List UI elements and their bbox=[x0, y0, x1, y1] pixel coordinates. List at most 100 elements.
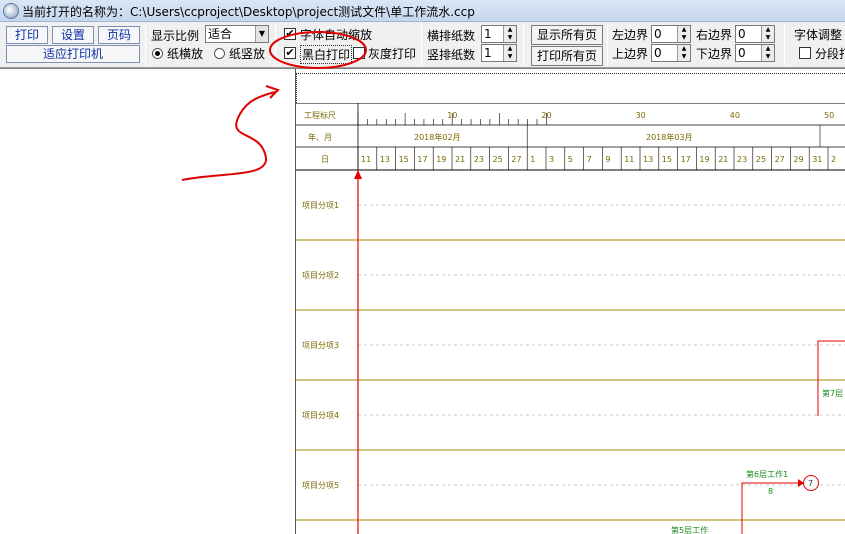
month-row-label: 年、月 bbox=[308, 132, 332, 142]
top-margin-spinner[interactable]: 0 ▲ ▼ bbox=[651, 44, 691, 62]
left-margin-spinner[interactable]: 0 ▲ ▼ bbox=[651, 25, 691, 43]
chevron-down-icon[interactable]: ▼ bbox=[255, 26, 268, 42]
h-sheets-value: 1 bbox=[484, 27, 492, 41]
top-margin-value: 0 bbox=[654, 46, 662, 60]
day-label: 9 bbox=[605, 155, 610, 164]
day-label: 11 bbox=[624, 155, 634, 164]
today-arrow-icon bbox=[354, 170, 362, 179]
bw-print-checkbox[interactable]: ✔ bbox=[284, 47, 296, 59]
spinner-arrows-icon[interactable]: ▲ ▼ bbox=[677, 45, 690, 61]
ruler-labels: 10 20 30 40 50 bbox=[447, 111, 834, 120]
day-label: 17 bbox=[417, 155, 427, 164]
right-margin-spinner[interactable]: 0 ▲ ▼ bbox=[735, 25, 775, 43]
v-sheets-label: 竖排纸数 bbox=[427, 48, 476, 62]
left-margin-label: 左边界 bbox=[612, 28, 649, 42]
day-label: 19 bbox=[436, 155, 446, 164]
day-label: 5 bbox=[568, 155, 573, 164]
gray-print-checkbox[interactable] bbox=[353, 47, 365, 59]
toolbar-separator bbox=[784, 24, 785, 66]
gantt-preview: 工程标尺 年、月 日 10 20 30 40 50 2018年02月 2018年03月 1… bbox=[296, 103, 845, 534]
print-button[interactable]: 打印 bbox=[6, 26, 48, 44]
row-label: 项目分项3 bbox=[302, 341, 339, 350]
bottom-margin-spinner[interactable]: 0 ▲ ▼ bbox=[735, 44, 775, 62]
v-sheets-spinner[interactable]: 1 ▲ ▼ bbox=[481, 44, 517, 62]
day-label: 7 bbox=[587, 155, 592, 164]
scale-select[interactable]: 适合 ▼ bbox=[205, 25, 269, 43]
segment-print-label: 分段打 bbox=[815, 47, 845, 61]
app-icon bbox=[3, 3, 19, 19]
ruler-tick-label: 10 bbox=[447, 111, 457, 120]
right-margin-label: 右边界 bbox=[696, 28, 733, 42]
toolbar-separator bbox=[145, 24, 146, 66]
day-label: 11 bbox=[361, 155, 371, 164]
title-bar: 当前打开的名称为：C:\Users\ccproject\Desktop\proj… bbox=[0, 0, 845, 22]
day-label: 15 bbox=[662, 155, 672, 164]
month-cells: 2018年02月 2018年03月 bbox=[414, 125, 821, 147]
row-label: 项目分项1 bbox=[302, 201, 339, 210]
segment-print-checkbox[interactable] bbox=[799, 47, 811, 59]
day-label: 23 bbox=[737, 155, 747, 164]
v-sheets-value: 1 bbox=[484, 46, 492, 60]
task-node-number: 7 bbox=[808, 479, 813, 488]
print-toolbar: 打印 设置 页码 适应打印机 显示比例 适合 ▼ 纸横放 纸竖放 ✔ 字体自动缩… bbox=[0, 22, 845, 68]
spinner-arrows-icon[interactable]: ▲ ▼ bbox=[761, 26, 774, 42]
day-label: 29 bbox=[793, 155, 803, 164]
ruler-tick-label: 20 bbox=[541, 111, 551, 120]
task-duration: 8 bbox=[768, 487, 773, 496]
toolbar-separator bbox=[523, 24, 524, 66]
toolbar-separator bbox=[275, 24, 276, 66]
ruler-tick-label: 30 bbox=[636, 111, 646, 120]
day-label: 19 bbox=[699, 155, 709, 164]
day-cells: 11 13 15 17 19 21 23 25 27 1 3 5 7 9 11 13 15 17 19 21 23 25 2… bbox=[357, 147, 836, 170]
portrait-label: 纸竖放 bbox=[229, 47, 266, 61]
spinner-arrows-icon[interactable]: ▲ ▼ bbox=[761, 45, 774, 61]
row-label: 项目分项4 bbox=[302, 411, 339, 420]
day-label: 2 bbox=[831, 155, 836, 164]
page-number-button[interactable]: 页码 bbox=[98, 26, 140, 44]
landscape-label: 纸横放 bbox=[167, 47, 204, 61]
top-margin-label: 上边界 bbox=[612, 47, 649, 61]
day-label: 27 bbox=[511, 155, 521, 164]
day-label: 3 bbox=[549, 155, 554, 164]
day-label: 1 bbox=[530, 155, 535, 164]
spinner-arrows-icon[interactable]: ▲ ▼ bbox=[503, 26, 516, 42]
task-link-line bbox=[817, 340, 845, 416]
landscape-radio[interactable] bbox=[152, 48, 163, 59]
auto-font-checkbox[interactable]: ✔ bbox=[284, 28, 296, 40]
right-margin-value: 0 bbox=[738, 27, 746, 41]
spinner-arrows-icon[interactable]: ▲ ▼ bbox=[503, 45, 516, 61]
gray-print-label: 灰度打印 bbox=[368, 47, 417, 61]
show-all-pages-button[interactable]: 显示所有页 bbox=[531, 25, 603, 45]
row-label: 项目分项2 bbox=[302, 271, 339, 280]
day-label: 31 bbox=[812, 155, 822, 164]
month-label: 2018年02月 bbox=[414, 132, 461, 142]
task-label: 第5层工作 bbox=[671, 525, 708, 534]
month-label: 2018年03月 bbox=[646, 132, 693, 142]
day-label: 17 bbox=[681, 155, 691, 164]
bottom-margin-value: 0 bbox=[738, 46, 746, 60]
task-label: 第6层工作1 bbox=[746, 469, 788, 479]
day-label: 13 bbox=[643, 155, 653, 164]
settings-button[interactable]: 设置 bbox=[52, 26, 94, 44]
print-all-pages-button[interactable]: 打印所有页 bbox=[531, 46, 603, 66]
font-adjust-label: 字体调整 bbox=[794, 28, 843, 42]
scale-value: 适合 bbox=[208, 27, 233, 41]
day-label: 23 bbox=[474, 155, 484, 164]
fit-printer-button[interactable]: 适应打印机 bbox=[6, 45, 140, 63]
row-label: 项目分项5 bbox=[302, 481, 339, 490]
task-label: 第7层 bbox=[822, 388, 843, 398]
day-label: 25 bbox=[493, 155, 503, 164]
h-sheets-label: 横排纸数 bbox=[427, 29, 476, 43]
h-sheets-spinner[interactable]: 1 ▲ ▼ bbox=[481, 25, 517, 43]
bottom-margin-label: 下边界 bbox=[696, 47, 733, 61]
auto-font-label: 字体自动缩放 bbox=[300, 28, 373, 42]
day-label: 25 bbox=[756, 155, 766, 164]
spinner-arrows-icon[interactable]: ▲ ▼ bbox=[677, 26, 690, 42]
day-label: 15 bbox=[399, 155, 409, 164]
portrait-radio[interactable] bbox=[214, 48, 225, 59]
page-boundary bbox=[296, 73, 845, 74]
day-label: 13 bbox=[380, 155, 390, 164]
ruler-row-label: 工程标尺 bbox=[304, 110, 336, 120]
window-title: 当前打开的名称为：C:\Users\ccproject\Desktop\proj… bbox=[22, 5, 475, 19]
scale-label: 显示比例 bbox=[151, 29, 200, 43]
